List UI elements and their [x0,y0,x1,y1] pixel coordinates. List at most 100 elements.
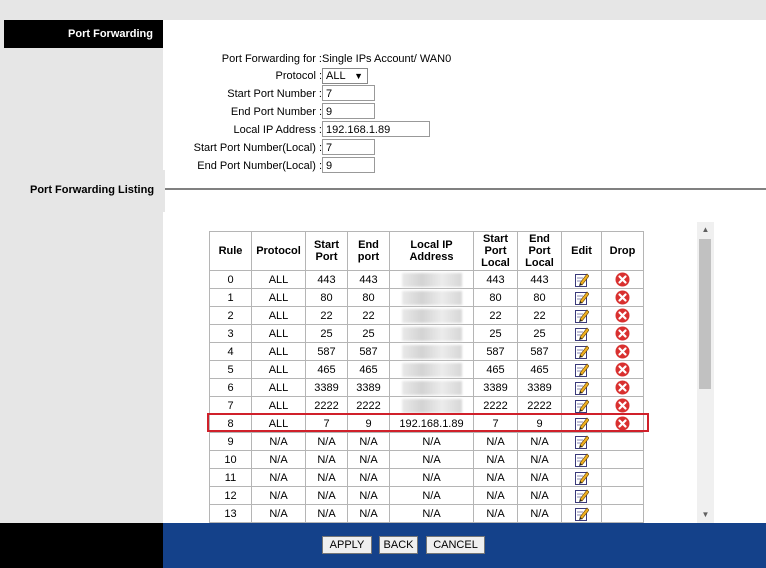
cell-start-port-local: N/A [473,450,518,469]
apply-button[interactable]: APPLY [322,536,372,554]
delete-x-icon[interactable] [615,344,630,359]
cell-local-ip: N/A [389,450,474,469]
delete-x-icon[interactable] [615,272,630,287]
scroll-up-icon[interactable]: ▲ [697,222,714,238]
cell-local-ip [389,342,474,361]
cell-local-ip: N/A [389,432,474,451]
edit-pencil-icon[interactable] [574,471,589,485]
selected-rule-highlight [207,413,649,432]
cell-end-port-local: 443 [517,270,562,289]
cell-end-port: 25 [347,324,390,343]
cell-protocol: N/A [251,486,306,505]
cell-start-port-local: 2222 [473,396,518,415]
edit-pencil-icon[interactable] [574,291,589,305]
cell-end-port: 3389 [347,378,390,397]
cell-start-port: 443 [305,270,348,289]
cell-start-port: 587 [305,342,348,361]
edit-pencil-icon[interactable] [574,381,589,395]
cell-rule: 11 [209,468,252,487]
top-strip [0,0,766,20]
cell-drop [601,360,644,379]
edit-pencil-icon[interactable] [574,273,589,287]
edit-pencil-icon[interactable] [574,507,589,521]
cell-edit [561,468,602,487]
cell-end-port: N/A [347,450,390,469]
redacted-ip [401,272,462,287]
header-local-ip: Local IP Address [389,231,474,271]
header-drop: Drop [601,231,644,271]
cell-rule: 13 [209,504,252,523]
table-row: 12 N/A N/A N/A N/A N/A N/A [209,486,644,505]
cell-drop [601,324,644,343]
end-local-input[interactable]: 9 [322,157,375,173]
cell-local-ip [389,378,474,397]
redacted-ip [401,290,462,305]
cell-start-port-local: 3389 [473,378,518,397]
cell-start-port-local: 22 [473,306,518,325]
cell-local-ip [389,396,474,415]
cell-protocol: ALL [251,306,306,325]
listing-scrollbar[interactable]: ▲ ▼ [697,222,714,523]
cell-end-port: 22 [347,306,390,325]
edit-pencil-icon[interactable] [574,309,589,323]
end-port-input[interactable]: 9 [322,103,375,119]
cell-edit [561,486,602,505]
table-row: 6 ALL 3389 3389 3389 3389 [209,378,644,397]
local-ip-input[interactable]: 192.168.1.89 [322,121,430,137]
edit-pencil-icon[interactable] [574,489,589,503]
header-local-ip-line2: Address [409,251,454,263]
redacted-ip [401,326,462,341]
cell-start-port: 3389 [305,378,348,397]
cell-edit [561,504,602,523]
table-row: 10 N/A N/A N/A N/A N/A N/A [209,450,644,469]
delete-x-icon[interactable] [615,362,630,377]
header-end-port-line1: End [358,239,379,251]
cell-drop [601,396,644,415]
cell-edit [561,342,602,361]
cell-start-port: N/A [305,486,348,505]
scroll-down-icon[interactable]: ▼ [697,507,714,523]
cell-rule: 1 [209,288,252,307]
cell-start-port: 25 [305,324,348,343]
protocol-selected-value: ALL [326,70,346,82]
edit-pencil-icon[interactable] [574,363,589,377]
cancel-button[interactable]: CANCEL [426,536,485,554]
local-ip-label: Local IP Address : [233,124,322,136]
for-value: Single IPs Account/ WAN0 [322,53,452,65]
edit-pencil-icon[interactable] [574,399,589,413]
cell-end-port-local: 465 [517,360,562,379]
scroll-thumb[interactable] [699,239,711,389]
delete-x-icon[interactable] [615,326,630,341]
cell-rule: 7 [209,396,252,415]
table-row: 7 ALL 2222 2222 2222 2222 [209,396,644,415]
cell-rule: 0 [209,270,252,289]
edit-pencil-icon[interactable] [574,453,589,467]
protocol-select[interactable]: ALL ▼ [322,68,368,84]
edit-pencil-icon[interactable] [574,435,589,449]
delete-x-icon[interactable] [615,290,630,305]
header-sl-line2: Port [484,245,507,257]
start-local-label: Start Port Number(Local) : [193,142,322,154]
cell-protocol: ALL [251,288,306,307]
edit-pencil-icon[interactable] [574,327,589,341]
cell-edit [561,378,602,397]
cell-start-port-local: N/A [473,504,518,523]
cell-end-port-local: 587 [517,342,562,361]
delete-x-icon[interactable] [615,308,630,323]
start-port-input[interactable]: 7 [322,85,375,101]
table-row: 1 ALL 80 80 80 80 [209,288,644,307]
cell-start-port: 2222 [305,396,348,415]
delete-x-icon[interactable] [615,398,630,413]
back-button[interactable]: BACK [379,536,418,554]
cell-drop [601,378,644,397]
delete-x-icon[interactable] [615,380,630,395]
cell-start-port-local: N/A [473,468,518,487]
cell-end-port-local: 80 [517,288,562,307]
table-row: 2 ALL 22 22 22 22 [209,306,644,325]
cell-start-port: N/A [305,450,348,469]
start-local-input[interactable]: 7 [322,139,375,155]
edit-pencil-icon[interactable] [574,345,589,359]
cell-protocol: ALL [251,360,306,379]
cell-rule: 12 [209,486,252,505]
cell-end-port-local: N/A [517,450,562,469]
